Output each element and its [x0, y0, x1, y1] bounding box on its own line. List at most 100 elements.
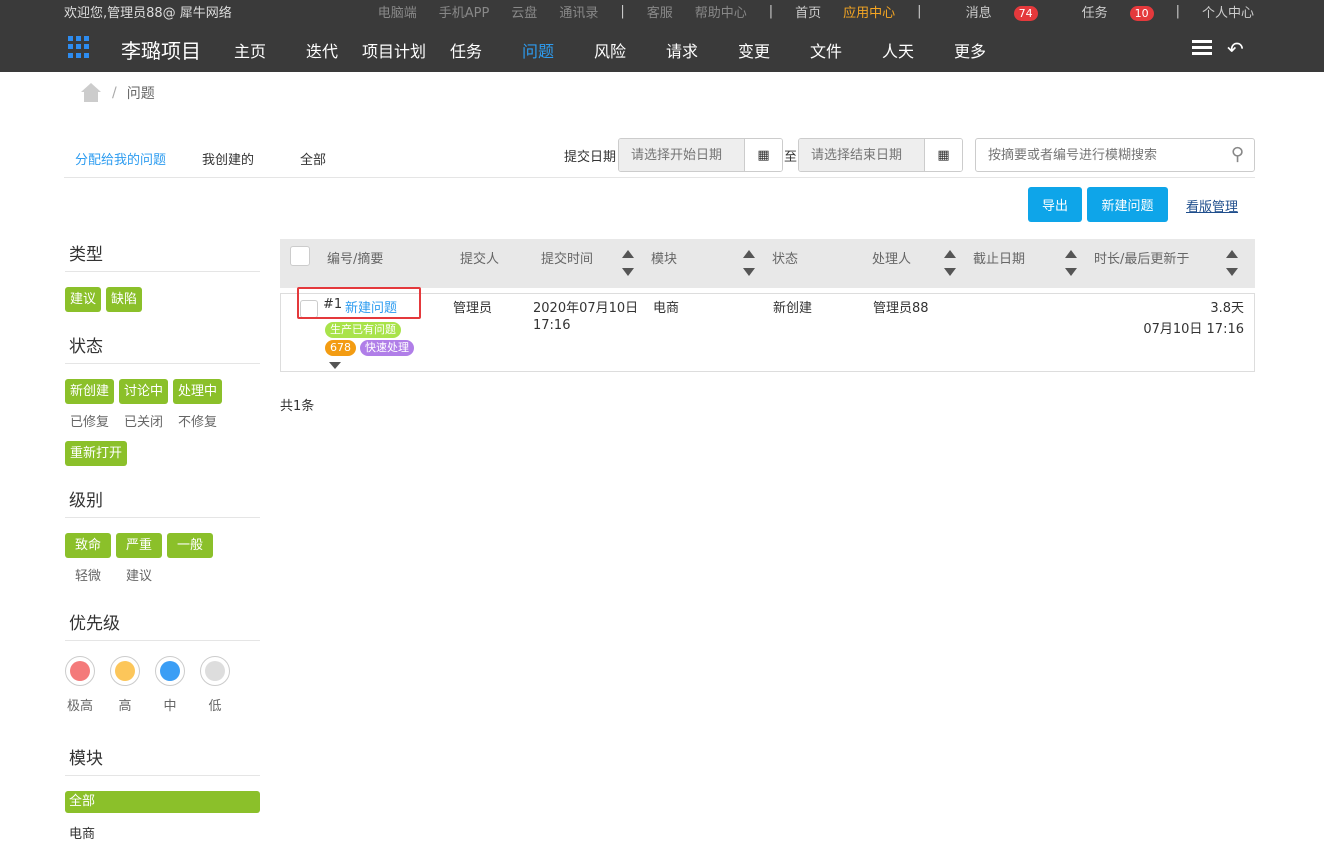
link-contacts[interactable]: 通讯录 — [559, 2, 598, 21]
project-title[interactable]: 李璐项目 — [121, 35, 201, 64]
last-updated: 07月10日 17:16 — [1143, 322, 1244, 337]
status-chip[interactable]: 处理中 — [173, 379, 223, 404]
level-chips: 致命 严重 一般 轻微 建议 — [65, 533, 260, 589]
module-title: 模块 — [65, 744, 260, 776]
sort-icon[interactable] — [622, 250, 634, 276]
end-date-picker[interactable]: ▦ — [798, 138, 964, 172]
sort-icon[interactable] — [743, 250, 755, 276]
export-button[interactable]: 导出 — [1028, 187, 1082, 222]
link-personal-center[interactable]: 个人中心 — [1202, 2, 1254, 21]
priority-label: 极高 — [66, 699, 93, 714]
priority-option[interactable]: 极高 — [65, 656, 95, 714]
link-tasks[interactable]: 任务 10 — [1060, 2, 1154, 21]
nav-item-home[interactable]: 主页 — [214, 38, 286, 62]
level-chip[interactable]: 严重 — [116, 533, 163, 558]
board-management-link[interactable]: 看版管理 — [1186, 196, 1238, 215]
messages-count-badge: 74 — [1013, 6, 1038, 21]
nav-item-issues[interactable]: 问题 — [502, 38, 574, 62]
duration: 3.8天 — [1210, 301, 1244, 316]
priority-circle-icon[interactable] — [65, 656, 95, 686]
home-icon[interactable] — [80, 83, 102, 103]
type-chip[interactable]: 建议 — [65, 287, 102, 312]
type-title: 类型 — [65, 240, 260, 272]
level-chip[interactable]: 一般 — [167, 533, 214, 558]
priority-title: 优先级 — [65, 609, 260, 641]
calendar-icon[interactable]: ▦ — [744, 139, 783, 171]
status-chip[interactable]: 讨论中 — [119, 379, 169, 404]
back-icon[interactable]: ↶ — [1227, 37, 1244, 61]
filter-sidebar: 类型 建议 缺陷 状态 新创建 讨论中 处理中 已修复 已关闭 不修复 重新打开… — [65, 240, 260, 842]
nav-item-plan[interactable]: 项目计划 — [358, 38, 430, 62]
level-chip[interactable]: 轻微 — [65, 564, 111, 589]
menu-icon[interactable] — [1192, 40, 1212, 56]
sort-icon[interactable] — [944, 250, 956, 276]
submit-time: 17:16 — [533, 318, 571, 333]
priority-circle-icon[interactable] — [155, 656, 185, 686]
nav-item-risks[interactable]: 风险 — [574, 38, 646, 62]
priority-option[interactable]: 低 — [200, 656, 230, 714]
new-issue-button[interactable]: 新建问题 — [1087, 187, 1168, 222]
link-support[interactable]: 客服 — [647, 2, 673, 21]
module: 电商 — [653, 301, 680, 316]
status-chip[interactable]: 已关闭 — [119, 410, 168, 435]
submit-date: 2020年07月10日 — [533, 301, 639, 316]
status-chip[interactable]: 重新打开 — [65, 441, 128, 466]
status-chip[interactable]: 已修复 — [65, 410, 114, 435]
select-all-checkbox[interactable] — [290, 246, 310, 266]
search-icon[interactable]: ⚲ — [1231, 144, 1244, 165]
top-links: 电脑端 手机APP 云盘 通讯录 | 客服 帮助中心 | 首页 应用中心 | 消… — [356, 2, 1254, 21]
table-header: 编号/摘要 提交人 提交时间 模块 状态 处理人 截止日期 时长/最后更新于 — [280, 239, 1255, 288]
col-module: 模块 — [651, 252, 678, 267]
tab-all[interactable]: 全部 — [300, 149, 326, 168]
type-chip[interactable]: 缺陷 — [106, 287, 143, 312]
level-chip[interactable]: 致命 — [65, 533, 112, 558]
link-cloud[interactable]: 云盘 — [511, 2, 537, 21]
search-input[interactable] — [976, 139, 1206, 171]
tab-created-by-me[interactable]: 我创建的 — [202, 149, 254, 168]
priority-options: 极高 高 中 低 — [65, 656, 260, 714]
priority-option[interactable]: 高 — [110, 656, 140, 714]
link-mobile-app[interactable]: 手机APP — [439, 2, 490, 21]
issue-tag: 快速处理 — [360, 340, 414, 356]
date-filter: 提交日期 ▦ 至 ▦ — [564, 138, 964, 172]
sort-icon[interactable] — [1226, 250, 1238, 276]
nav-item-requests[interactable]: 请求 — [646, 38, 718, 62]
end-date-input[interactable] — [799, 139, 925, 171]
link-help[interactable]: 帮助中心 — [695, 2, 747, 21]
priority-circle-icon[interactable] — [200, 656, 230, 686]
status-chip[interactable]: 不修复 — [173, 410, 222, 435]
nav-item-iteration[interactable]: 迭代 — [286, 38, 358, 62]
start-date-picker[interactable]: ▦ — [618, 138, 784, 172]
priority-option[interactable]: 中 — [155, 656, 185, 714]
nav-item-tasks[interactable]: 任务 — [430, 38, 502, 62]
calendar-icon[interactable]: ▦ — [924, 139, 963, 171]
sort-icon[interactable] — [1065, 250, 1077, 276]
module-all[interactable]: 全部 — [65, 791, 260, 813]
priority-circle-icon[interactable] — [110, 656, 140, 686]
level-chip[interactable]: 建议 — [116, 564, 162, 589]
col-submitter: 提交人 — [460, 252, 500, 267]
link-desktop[interactable]: 电脑端 — [378, 2, 417, 21]
nav-item-changes[interactable]: 变更 — [718, 38, 790, 62]
nav-menu: 主页 迭代 项目计划 任务 问题 风险 请求 变更 文件 人天 更多 — [214, 38, 1006, 62]
issue-summary-link[interactable]: 新建问题 — [345, 297, 397, 316]
col-due-date: 截止日期 — [973, 252, 1026, 267]
module-item[interactable]: 电商 — [65, 823, 260, 842]
link-home[interactable]: 首页 — [795, 2, 821, 21]
expand-chevron-down-icon[interactable] — [329, 362, 341, 369]
status-chip[interactable]: 新创建 — [65, 379, 115, 404]
nav-item-more[interactable]: 更多 — [934, 38, 1006, 62]
link-app-center[interactable]: 应用中心 — [843, 2, 895, 21]
breadcrumb-separator: / — [112, 85, 117, 101]
link-messages[interactable]: 消息 74 — [944, 2, 1038, 21]
breadcrumb: / 问题 — [80, 83, 155, 103]
nav-item-files[interactable]: 文件 — [790, 38, 862, 62]
handler: 管理员88 — [873, 301, 929, 316]
issue-tag: 生产已有问题 — [325, 322, 401, 338]
tab-assigned-to-me[interactable]: 分配给我的问题 — [75, 149, 166, 168]
table-row[interactable]: #1 新建问题 生产已有问题 678 快速处理 管理员 2020年07月10日 … — [280, 287, 1255, 372]
level-title: 级别 — [65, 486, 260, 518]
nav-item-mandays[interactable]: 人天 — [862, 38, 934, 62]
start-date-input[interactable] — [619, 139, 745, 171]
apps-grid-icon[interactable] — [68, 36, 90, 58]
